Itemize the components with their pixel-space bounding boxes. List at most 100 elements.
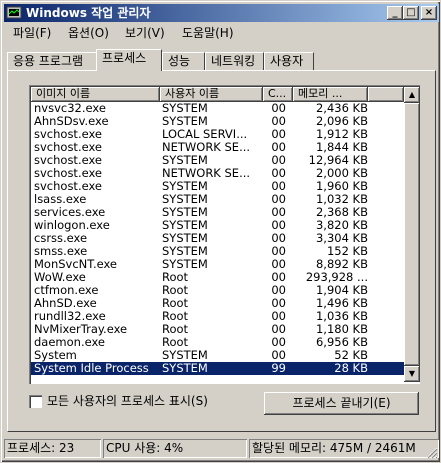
table-row[interactable]: System SYSTEM 00 52 KB [31, 349, 404, 362]
scroll-thumb[interactable] [404, 103, 420, 366]
cell-user-name: SYSTEM [162, 349, 208, 362]
cell-memory: 1,032 KB [315, 193, 368, 206]
table-row[interactable]: NvMixerTray.exe Root 00 1,180 KB [31, 323, 404, 336]
cell-user-name: Root [162, 284, 189, 297]
column-cpu[interactable]: C... [263, 87, 293, 102]
table-row[interactable]: daemon.exe Root 00 6,956 KB [31, 336, 404, 349]
title-bar[interactable]: Windows 작업 관리자 _ □ × [4, 4, 439, 22]
cell-cpu: 00 [271, 193, 286, 206]
cell-image-name: lsass.exe [34, 193, 87, 206]
table-row[interactable]: services.exe SYSTEM 00 2,368 KB [31, 206, 404, 219]
table-row[interactable]: svchost.exe LOCAL SERVI... 00 1,912 KB [31, 128, 404, 141]
cell-cpu: 00 [271, 297, 286, 310]
cell-cpu: 00 [271, 219, 286, 232]
menu-help[interactable]: 도움말(H) [180, 25, 236, 41]
cell-memory: 2,096 KB [315, 115, 368, 128]
window-title: Windows 작업 관리자 [26, 6, 151, 20]
scroll-up-button[interactable]: ▲ [404, 87, 420, 103]
tab-applications[interactable]: 응용 프로그램 [7, 52, 97, 70]
cell-memory: 12,964 KB [308, 154, 368, 167]
scroll-down-button[interactable]: ▼ [404, 366, 420, 382]
status-processes: 프로세스: 23 [4, 439, 101, 458]
maximize-button[interactable]: □ [403, 6, 419, 20]
cell-cpu: 00 [271, 336, 286, 349]
table-row[interactable]: rundll32.exe Root 00 1,036 KB [31, 310, 404, 323]
show-all-users-checkbox[interactable] [29, 395, 42, 408]
table-row[interactable]: svchost.exe SYSTEM 00 1,960 KB [31, 180, 404, 193]
menu-file[interactable]: 파일(F) [11, 25, 53, 41]
cell-image-name: smss.exe [34, 245, 88, 258]
table-row[interactable]: System Idle Process SYSTEM 99 28 KB [31, 362, 404, 375]
cell-cpu: 00 [271, 258, 286, 271]
cell-image-name: System Idle Process [34, 362, 149, 375]
cell-memory: 293,928 ... [305, 271, 368, 284]
process-list[interactable]: 이미지 이름 사용자 이름 C... 메모리 ... nvsvc32.exe SY… [29, 85, 420, 384]
table-row[interactable]: nvsvc32.exe SYSTEM 00 2,436 KB [31, 102, 404, 115]
cell-image-name: NvMixerTray.exe [34, 323, 128, 336]
cell-image-name: winlogon.exe [34, 219, 110, 232]
task-manager-icon [6, 6, 22, 19]
table-row[interactable]: ctfmon.exe Root 00 1,904 KB [31, 284, 404, 297]
table-row[interactable]: svchost.exe NETWORK SE... 00 2,000 KB [31, 167, 404, 180]
tab-networking[interactable]: 네트워킹 [205, 52, 264, 70]
cell-user-name: Root [162, 336, 189, 349]
column-image-name[interactable]: 이미지 이름 [31, 87, 160, 102]
cell-user-name: Root [162, 297, 189, 310]
show-all-users-label[interactable]: 모든 사용자의 프로세스 표시(S) [47, 393, 208, 409]
cell-user-name: Root [162, 271, 189, 284]
table-row[interactable]: AhnSDsv.exe SYSTEM 00 2,096 KB [31, 115, 404, 128]
table-row[interactable]: lsass.exe SYSTEM 00 1,032 KB [31, 193, 404, 206]
cell-memory: 2,436 KB [315, 102, 368, 115]
cell-user-name: NETWORK SE... [162, 141, 251, 154]
cell-user-name: SYSTEM [162, 180, 208, 193]
column-user-name[interactable]: 사용자 이름 [160, 87, 263, 102]
cell-user-name: Root [162, 323, 189, 336]
tab-processes[interactable]: 프로세스 [96, 49, 162, 71]
cell-image-name: AhnSD.exe [34, 297, 97, 310]
cell-cpu: 00 [271, 323, 286, 336]
cell-memory: 1,912 KB [315, 128, 368, 141]
cell-memory: 6,956 KB [315, 336, 368, 349]
table-row[interactable]: smss.exe SYSTEM 00 152 KB [31, 245, 404, 258]
resize-grip-icon[interactable] [426, 447, 438, 459]
cell-cpu: 00 [271, 206, 286, 219]
table-row[interactable]: svchost.exe NETWORK SE... 00 1,844 KB [31, 141, 404, 154]
table-row[interactable]: svchost.exe SYSTEM 00 12,964 KB [31, 154, 404, 167]
tab-performance[interactable]: 성능 [162, 52, 205, 70]
cell-user-name: SYSTEM [162, 206, 208, 219]
minimize-button[interactable]: _ [387, 6, 403, 20]
cell-image-name: csrss.exe [34, 232, 88, 245]
cell-image-name: WoW.exe [34, 271, 86, 284]
status-memory: 할당된 메모리: 475M / 2461M [249, 439, 439, 458]
menu-options[interactable]: 옵션(O) [66, 25, 111, 41]
cell-image-name: System [34, 349, 77, 362]
tab-strip: 응용 프로그램 프로세스 성능 네트워킹 사용자 [7, 49, 437, 71]
cell-image-name: nvsvc32.exe [34, 102, 106, 115]
cell-memory: 1,036 KB [315, 310, 368, 323]
cell-cpu: 99 [271, 362, 286, 375]
table-row[interactable]: winlogon.exe SYSTEM 00 3,820 KB [31, 219, 404, 232]
cell-image-name: services.exe [34, 206, 106, 219]
close-button[interactable]: × [421, 6, 437, 20]
cell-cpu: 00 [271, 349, 286, 362]
cell-cpu: 00 [271, 141, 286, 154]
cell-cpu: 00 [271, 167, 286, 180]
table-row[interactable]: WoW.exe Root 00 293,928 ... [31, 271, 404, 284]
tab-users[interactable]: 사용자 [264, 52, 314, 70]
table-row[interactable]: csrss.exe SYSTEM 00 3,304 KB [31, 232, 404, 245]
cell-memory: 2,368 KB [315, 206, 368, 219]
cell-user-name: SYSTEM [162, 219, 208, 232]
status-cpu: CPU 사용: 4% [103, 439, 247, 458]
cell-user-name: SYSTEM [162, 258, 208, 271]
column-memory[interactable]: 메모리 ... [293, 87, 368, 102]
table-row[interactable]: MonSvcNT.exe SYSTEM 00 8,892 KB [31, 258, 404, 271]
vertical-scrollbar[interactable]: ▲ ▼ [404, 87, 420, 382]
cell-cpu: 00 [271, 102, 286, 115]
cell-memory: 3,820 KB [315, 219, 368, 232]
menu-bar: 파일(F) 옵션(O) 보기(V) 도움말(H) [4, 23, 439, 43]
menu-view[interactable]: 보기(V) [123, 25, 167, 41]
cell-user-name: SYSTEM [162, 193, 208, 206]
end-process-button[interactable]: 프로세스 끝내기(E) [264, 392, 419, 415]
table-row[interactable]: AhnSD.exe Root 00 1,496 KB [31, 297, 404, 310]
cell-user-name: SYSTEM [162, 245, 208, 258]
